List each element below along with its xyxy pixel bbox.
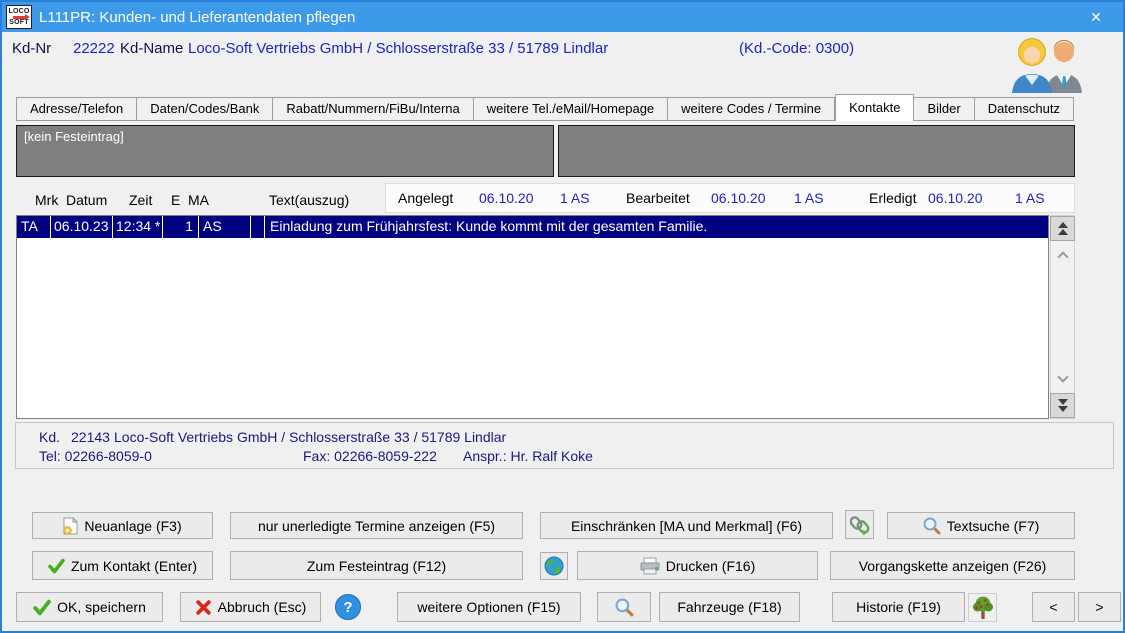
scroll-down-icon[interactable] [1057, 371, 1068, 382]
contacts-table: TA 06.10.23 12:34 * 1 AS Einladung zum F… [16, 215, 1049, 419]
col-header-zeit: Zeit [129, 192, 152, 208]
logo-text-bottom: SOFT [9, 20, 28, 26]
tab-weitere-tel-email-homepage[interactable]: weitere Tel./eMail/Homepage [474, 97, 668, 121]
weitere-optionen-button[interactable]: weitere Optionen (F15) [397, 592, 581, 622]
erledigt-date: 06.10.20 [928, 190, 983, 206]
cell-ma: AS [199, 216, 251, 238]
col-header-e: E [171, 192, 180, 208]
textsuche-button[interactable]: Textsuche (F7) [887, 512, 1075, 539]
chevron-left-icon: < [1049, 599, 1057, 615]
angelegt-ma: 1 AS [560, 190, 590, 206]
linked-customer-info: Kd. 22143 Loco-Soft Vertriebs GmbH / Sch… [15, 422, 1114, 469]
cancel-x-icon [195, 599, 212, 616]
drucken-button[interactable]: Drucken (F16) [577, 551, 818, 580]
kd-code: (Kd.-Code: 0300) [739, 40, 854, 57]
globe-icon [544, 556, 564, 576]
web-globe-button[interactable] [540, 552, 568, 580]
angelegt-label: Angelegt [398, 190, 453, 206]
title-bar: LOCO SOFT L111PR: Kunden- und Lieferante… [2, 2, 1123, 32]
loco-soft-logo-icon: LOCO SOFT [6, 5, 32, 29]
scroll-page-down-button[interactable] [1050, 393, 1075, 418]
detail-contact-person: Anspr.: Hr. Ralf Koke [463, 448, 593, 464]
tab-weitere-codes-termine[interactable]: weitere Codes / Termine [668, 97, 835, 121]
chevron-right-icon: > [1095, 599, 1103, 615]
erledigt-ma: 1 AS [1015, 190, 1045, 206]
detail-kd-label: Kd. [39, 429, 60, 445]
prev-record-button[interactable]: < [1032, 592, 1075, 622]
historie-button[interactable]: Historie (F19) [832, 592, 965, 622]
search-icon [615, 598, 634, 617]
kd-name-value: Loco-Soft Vertriebs GmbH / Schlosserstra… [188, 40, 608, 57]
lupe-button[interactable] [597, 592, 651, 622]
bearbeitet-date: 06.10.20 [711, 190, 766, 206]
detail-fax: Fax: 02266-8059-222 [303, 448, 437, 464]
detail-kd-nr: 22143 [71, 429, 110, 445]
cell-text: Einladung zum Frühjahrsfest: Kunde kommt… [265, 216, 1048, 238]
abbruch-button[interactable]: Abbruch (Esc) [180, 592, 321, 622]
baum-button[interactable] [968, 593, 997, 622]
tab-adresse-telefon[interactable]: Adresse/Telefon [16, 97, 137, 121]
erledigt-label: Erledigt [869, 190, 916, 206]
cell-e: 1 [163, 216, 199, 238]
tab-rabatt-nummern-fibu-interna[interactable]: Rabatt/Nummern/FiBu/Interna [273, 97, 473, 121]
festeintrag-pane-right[interactable] [558, 125, 1075, 177]
contacts-avatar-icon [1002, 35, 1090, 93]
close-icon[interactable]: ✕ [1081, 2, 1111, 32]
detail-name-address: Loco-Soft Vertriebs GmbH / Schlosserstra… [114, 429, 506, 445]
einschraenken-button[interactable]: Einschränken [MA und Merkmal] (F6) [540, 512, 833, 539]
table-row[interactable]: TA 06.10.23 12:34 * 1 AS Einladung zum F… [17, 216, 1048, 238]
window-title: L111PR: Kunden- und Lieferantendaten pfl… [39, 9, 355, 26]
tab-daten-codes-bank[interactable]: Daten/Codes/Bank [137, 97, 273, 121]
kd-nr-label: Kd-Nr [12, 40, 51, 57]
tab-datenschutz[interactable]: Datenschutz [975, 97, 1074, 121]
cell-mrk: TA [17, 216, 51, 238]
ok-speichern-button[interactable]: OK, speichern [16, 592, 163, 622]
vorgangskette-link-button[interactable] [845, 510, 874, 539]
next-record-button[interactable]: > [1078, 592, 1121, 622]
cell-gap [251, 216, 265, 238]
tab-bilder[interactable]: Bilder [914, 97, 974, 121]
col-header-mrk: Mrk [35, 192, 58, 208]
cell-datum: 06.10.23 [51, 216, 113, 238]
zum-kontakt-button[interactable]: Zum Kontakt (Enter) [32, 551, 213, 580]
help-icon[interactable]: ? [335, 594, 361, 620]
new-document-icon [63, 517, 78, 535]
table-scrollbar[interactable] [1050, 215, 1075, 419]
app-window: LOCO SOFT L111PR: Kunden- und Lieferante… [0, 0, 1125, 633]
logo-arrow [13, 16, 25, 19]
col-header-text: Text(auszug) [269, 192, 349, 208]
tab-kontakte[interactable]: Kontakte [835, 94, 914, 121]
bearbeitet-ma: 1 AS [794, 190, 824, 206]
check-icon [33, 599, 51, 616]
kd-name-label: Kd-Name [120, 40, 183, 57]
record-meta-box: Angelegt 06.10.20 1 AS Bearbeitet 06.10.… [385, 183, 1075, 213]
col-header-ma: MA [188, 192, 209, 208]
tree-icon [972, 596, 994, 620]
zum-festeintrag-button[interactable]: Zum Festeintrag (F12) [230, 551, 523, 580]
scroll-up-icon[interactable] [1057, 251, 1068, 262]
printer-icon [640, 557, 660, 575]
kd-nr-value: 22222 [73, 40, 115, 57]
bearbeitet-label: Bearbeitet [626, 190, 690, 206]
fahrzeuge-button[interactable]: Fahrzeuge (F18) [659, 592, 800, 622]
neuanlage-button[interactable]: Neuanlage (F3) [32, 512, 213, 539]
check-icon [48, 558, 65, 574]
tab-bar: Adresse/TelefonDaten/Codes/BankRabatt/Nu… [16, 94, 1074, 121]
festeintrag-pane-left[interactable]: [kein Festeintrag] [16, 125, 554, 177]
scroll-page-up-button[interactable] [1050, 216, 1075, 241]
col-header-datum: Datum [66, 192, 107, 208]
chain-link-icon [850, 515, 870, 535]
detail-tel: Tel: 02266-8059-0 [39, 448, 152, 464]
cell-zeit: 12:34 * [113, 216, 163, 238]
search-icon [923, 517, 941, 535]
unerledigte-termine-button[interactable]: nur unerledigte Termine anzeigen (F5) [230, 512, 523, 539]
vorgangskette-anzeigen-button[interactable]: Vorgangskette anzeigen (F26) [830, 551, 1075, 580]
angelegt-date: 06.10.20 [479, 190, 534, 206]
